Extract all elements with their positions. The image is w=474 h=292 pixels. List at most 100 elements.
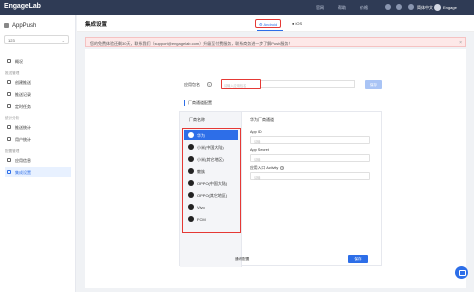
save-package-button[interactable]: 保存 [365, 80, 382, 89]
app-id-input[interactable]: 请输 [250, 136, 370, 144]
sidebar-item-push-stats[interactable]: 推送统计 [5, 122, 71, 132]
sidebar-item-push-records[interactable]: 推送记录 [5, 89, 71, 99]
vendor-item-oppo-cn[interactable]: OPPO(中国大陆) [184, 178, 238, 188]
vendor-list-header: 厂商名称 [189, 117, 205, 122]
sidebar-section-config: 配置管理 [5, 149, 20, 153]
package-name-input-extension[interactable] [261, 80, 355, 88]
sidebar-item-app-info[interactable]: 应用信息 [5, 155, 71, 165]
help-icon[interactable]: ? [207, 82, 212, 87]
sidebar: AppPush 123 ⌄ 概况 推送管理 创建推送 推送记录 定时任务 统计分… [0, 15, 76, 292]
sidebar-item-user-stats[interactable]: 用户统计 [5, 134, 71, 144]
nav-pricing[interactable]: 价格 [360, 5, 368, 11]
tab-label: Android [263, 22, 278, 27]
app-secret-input[interactable]: 请输 [250, 154, 370, 162]
package-name-label: 应用包名 [184, 82, 200, 87]
clock-icon [7, 104, 11, 108]
globe-icon[interactable] [408, 4, 414, 10]
user-icon [7, 137, 11, 141]
info-icon [7, 158, 11, 162]
user-name[interactable]: Engage [443, 5, 457, 10]
entry-activity-input[interactable]: 请输 [250, 172, 370, 180]
vendor-label: 小米(中国大陆) [197, 144, 224, 150]
vendor-label: FCM [197, 216, 206, 222]
sidebar-item-label: 创建推送 [15, 80, 31, 85]
vendor-config-title: 华为厂商通道 [250, 117, 274, 122]
app-title: AppPush [4, 23, 36, 29]
xiaomi-icon [188, 144, 194, 150]
sidebar-item-label: 定时任务 [15, 104, 31, 109]
chevron-down-icon: ⌄ [61, 38, 65, 43]
vendor-label: 小米(其它地区) [197, 156, 224, 162]
entry-activity-label-text: 应用入口 Activity [250, 166, 279, 170]
records-icon [7, 92, 11, 96]
vendor-item-xiaomi-global[interactable]: 小米(其它地区) [184, 154, 238, 164]
active-tab-indicator [257, 30, 283, 32]
sidebar-item-overview[interactable]: 概况 [5, 56, 71, 66]
fcm-icon [188, 216, 194, 222]
trial-notice: 您的免费体验还剩30天，联系我们（support@engagelab.com）升… [85, 37, 466, 47]
page-title: 集成设置 [85, 22, 108, 28]
vendor-label: 华为 [197, 132, 205, 138]
vendor-item-oppo-global[interactable]: OPPO(其它地区) [184, 190, 238, 200]
tab-ios[interactable]: ● iOS [289, 19, 305, 28]
sidebar-item-integration-settings[interactable]: 集成设置 [5, 167, 71, 177]
avatar[interactable] [434, 4, 441, 11]
app-selector-value: 123 [8, 38, 15, 43]
meizu-icon [188, 168, 194, 174]
vendor-list-column: 厂商名称 华为 小米(中国大陆) 小米(其它地区) 魅族 OPPO(中国大陆) … [180, 112, 242, 267]
app-id-label: App ID [250, 130, 262, 134]
overview-icon [7, 59, 11, 63]
vendor-item-vivo[interactable]: Vivo [184, 202, 238, 212]
settings-icon [7, 170, 11, 174]
vendor-label: Vivo [197, 204, 205, 210]
logo[interactable]: EngageLab [4, 3, 41, 10]
vendor-label: OPPO(中国大陆) [197, 180, 228, 186]
sidebar-item-create-push[interactable]: 创建推送 [5, 77, 71, 87]
app-title-label: AppPush [12, 23, 37, 30]
chat-support-icon[interactable] [455, 266, 468, 279]
tab-label: iOS [295, 21, 303, 26]
vendor-label: OPPO(其它地区) [197, 192, 228, 198]
page-header: 集成设置 ⚙ Android ● iOS [77, 15, 474, 32]
vendor-label: 魅族 [197, 168, 205, 174]
app-selector[interactable]: 123 ⌄ [4, 35, 69, 44]
guide-link[interactable]: 通讯配置 [235, 257, 249, 262]
sidebar-item-label: 推送统计 [15, 125, 31, 130]
oppo-icon [188, 180, 194, 186]
package-name-input[interactable]: 请输入应用包名 [221, 79, 261, 89]
main-area: 集成设置 ⚙ Android ● iOS 您的免费体验还剩30天，联系我们（su… [77, 15, 474, 292]
vendor-panel: 厂商名称 华为 小米(中国大陆) 小米(其它地区) 魅族 OPPO(中国大陆) … [179, 111, 382, 267]
content-card: 应用包名 ? 请输入应用包名 保存 厂商通道配置 厂商名称 华为 小米(中国大陆… [85, 49, 466, 288]
sidebar-item-scheduled-tasks[interactable]: 定时任务 [5, 101, 71, 111]
notice-text: 您的免费体验还剩30天，联系我们（support@engagelab.com）升… [90, 41, 293, 46]
notification-icon[interactable] [385, 4, 391, 10]
language-switch[interactable]: 简体中文 [417, 5, 433, 11]
xiaomi-icon [188, 156, 194, 162]
nav-website[interactable]: 官网 [316, 5, 324, 11]
app-icon [4, 23, 9, 28]
vendor-item-fcm[interactable]: FCM [184, 214, 238, 224]
sidebar-section-stats: 统计分析 [5, 116, 20, 120]
apple-icon: ● [292, 21, 295, 26]
tab-android[interactable]: ⚙ Android [255, 19, 282, 28]
chart-icon [7, 125, 11, 129]
help-icon[interactable]: ? [280, 166, 285, 170]
sidebar-item-label: 推送记录 [15, 92, 31, 97]
message-icon[interactable] [396, 4, 402, 10]
vendor-item-huawei[interactable]: 华为 [184, 130, 238, 140]
app-secret-label: App Secret [250, 148, 269, 152]
vivo-icon [188, 204, 194, 210]
save-button[interactable]: 保存 [348, 255, 368, 263]
vendor-item-xiaomi-cn[interactable]: 小米(中国大陆) [184, 142, 238, 152]
oppo-icon [188, 192, 194, 198]
top-bar: EngageLab 官网 帮助 价格 简体中文 Engage [0, 0, 474, 15]
sidebar-item-label: 概况 [15, 59, 23, 64]
sidebar-item-label: 用户统计 [15, 137, 31, 142]
vendor-channel-section-title: 厂商通道配置 [184, 100, 212, 106]
vendor-item-meizu[interactable]: 魅族 [184, 166, 238, 176]
close-icon[interactable]: × [459, 40, 462, 46]
sidebar-item-label: 应用信息 [15, 158, 31, 163]
entry-activity-label: 应用入口 Activity ? [250, 166, 285, 171]
nav-help[interactable]: 帮助 [338, 5, 346, 11]
huawei-icon [188, 132, 194, 138]
